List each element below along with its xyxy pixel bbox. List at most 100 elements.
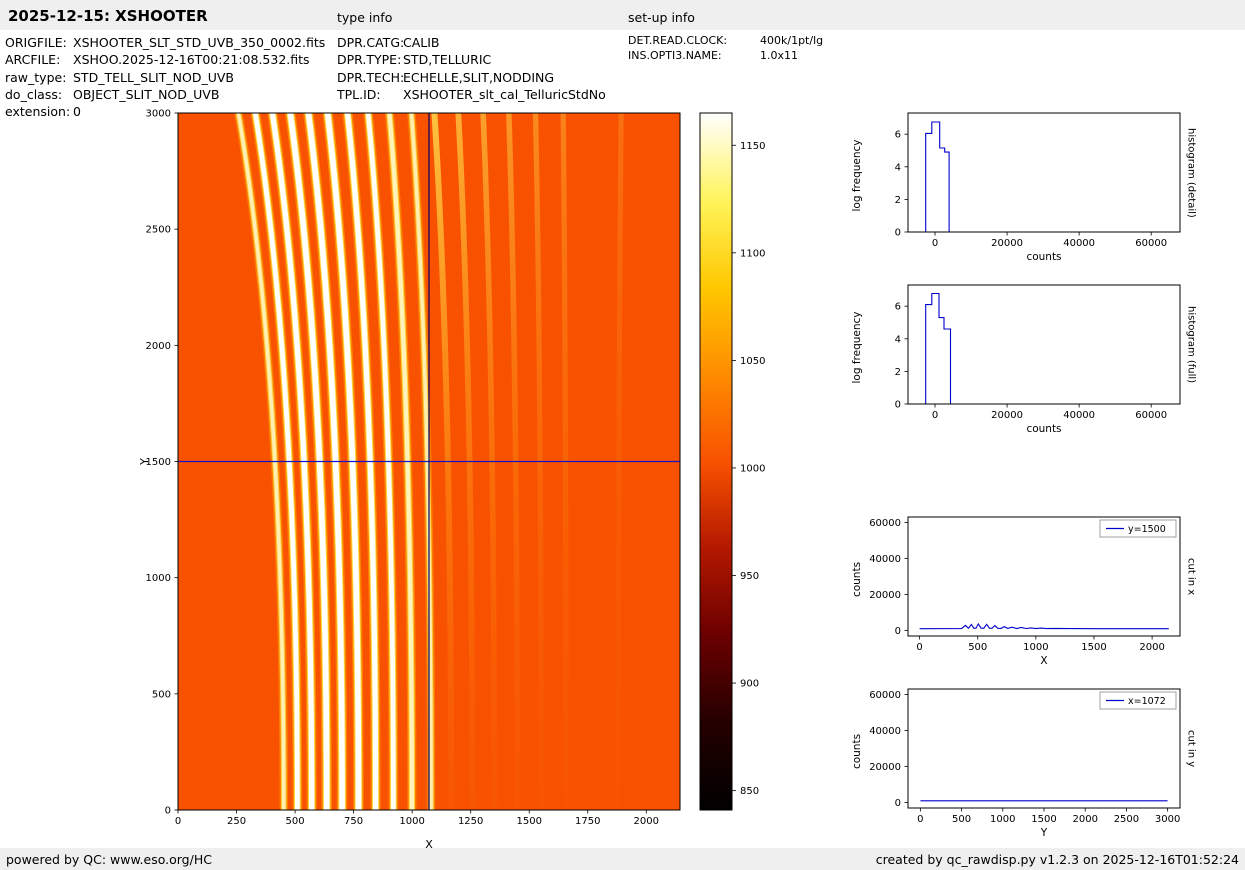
meta-value: OBJECT_SLIT_NOD_UVB bbox=[73, 86, 220, 102]
plot-text: 6 bbox=[895, 302, 901, 313]
plot-text: 2000 bbox=[634, 816, 659, 827]
footer-right-text: created by qc_rawdisp.py v1.2.3 on 2025-… bbox=[875, 851, 1239, 867]
header-bar: 2025-12-15: XSHOOTER type info set-up in… bbox=[0, 0, 1245, 30]
plot-text: 2000 bbox=[1072, 814, 1097, 825]
meta-row: INS.OPTI3.NAME: 1.0x11 bbox=[628, 49, 823, 64]
cut-in-x-plot: 0 500 1000 1500 20000200004000060000Xcountsy… bbox=[851, 516, 1181, 667]
plot-text: 500 bbox=[152, 689, 171, 700]
plot-text: counts bbox=[1026, 251, 1061, 263]
meta-label: raw_type: bbox=[5, 69, 67, 85]
plot-text: 20000 bbox=[991, 238, 1023, 249]
plot-text: 3000 bbox=[1155, 814, 1180, 825]
plot-text: 0 bbox=[895, 228, 901, 239]
plot-text: 2500 bbox=[1114, 814, 1139, 825]
plot-text: Y bbox=[1040, 827, 1048, 839]
meta-row: do_class: OBJECT_SLIT_NOD_UVB bbox=[5, 86, 325, 103]
plot-text: 0 bbox=[175, 816, 181, 827]
meta-label: ARCFILE: bbox=[5, 52, 61, 68]
histogram-detail-plot: 0 20000 40000 60000 0 2 4 6 counts log frequency bbox=[851, 112, 1181, 263]
footer-bar: powered by QC: www.eso.org/HC created by… bbox=[0, 848, 1245, 870]
setup-info-block: DET.READ.CLOCK: 400k/1pt/lg INS.OPTI3.NAM… bbox=[628, 34, 823, 63]
plot-text: 1000 bbox=[1023, 642, 1048, 653]
page-title: 2025-12-15: XSHOOTER bbox=[8, 7, 208, 25]
plot-text: 40000 bbox=[1063, 238, 1095, 249]
plot-text: 0 bbox=[895, 626, 901, 637]
meta-value: XSHOOTER_slt_cal_TelluricStdNo bbox=[403, 86, 606, 102]
plot-text: 40000 bbox=[869, 554, 901, 565]
plot-text: 0 bbox=[917, 814, 923, 825]
panel-label-histogram-full: histogram (full) bbox=[1185, 305, 1197, 384]
plot-text: 250 bbox=[227, 816, 246, 827]
plot-text: 40000 bbox=[1063, 410, 1095, 421]
meta-row: DET.READ.CLOCK: 400k/1pt/lg bbox=[628, 34, 823, 49]
plot-text: 40000 bbox=[869, 726, 901, 737]
plot-text: 0 bbox=[932, 238, 938, 249]
plot-text: 2 bbox=[895, 195, 901, 206]
panel-label-cut-in-y: cut in y bbox=[1185, 729, 1197, 768]
plot-text: 0 bbox=[165, 806, 171, 817]
plot-text: x=1072 bbox=[1128, 696, 1166, 707]
plot-text: 950 bbox=[740, 571, 759, 582]
meta-row: TPL.ID: XSHOOTER_slt_cal_TelluricStdNo bbox=[337, 86, 606, 103]
panel-label-cut-in-x: cut in x bbox=[1185, 557, 1197, 596]
plot-text: 0 bbox=[916, 642, 922, 653]
plot-text: 20000 bbox=[869, 590, 901, 601]
plot-text: 1000 bbox=[990, 814, 1015, 825]
plot-text: 1500 bbox=[1081, 642, 1106, 653]
meta-row: raw_type: STD_TELL_SLIT_NOD_UVB bbox=[5, 69, 325, 86]
plot-text: 60000 bbox=[1135, 238, 1167, 249]
plot-text: 0 bbox=[895, 798, 901, 809]
plot-text: 1000 bbox=[146, 573, 171, 584]
plot-text: 2500 bbox=[146, 225, 171, 236]
meta-row: DPR.TECH: ECHELLE,SLIT,NODDING bbox=[337, 69, 606, 86]
panel-label-histogram-detail: histogram (detail) bbox=[1185, 127, 1197, 218]
plot-text: 0 bbox=[895, 400, 901, 411]
meta-value: CALIB bbox=[403, 35, 440, 50]
meta-label: TPL.ID: bbox=[337, 86, 381, 102]
plot-text: 1500 bbox=[1031, 814, 1056, 825]
colorbar: 850 900 950 1000 1050 1100 1150 bbox=[699, 112, 765, 811]
plot-text: 500 bbox=[968, 642, 987, 653]
plot-text: 1750 bbox=[575, 816, 600, 827]
meta-value: 400k/1pt/lg bbox=[760, 34, 824, 47]
meta-value: XSHOO.2025-12-16T00:21:08.532.fits bbox=[73, 52, 310, 68]
plot-text: counts bbox=[851, 562, 863, 597]
footer-left-text: powered by QC: www.eso.org/HC bbox=[6, 851, 212, 867]
meta-label: INS.OPTI3.NAME: bbox=[628, 48, 722, 62]
plot-text: 900 bbox=[740, 679, 759, 690]
plot-text: 2 bbox=[895, 367, 901, 378]
meta-row: DPR.CATG: CALIB bbox=[337, 34, 606, 51]
meta-label: ORIGFILE: bbox=[5, 35, 67, 50]
plot-text: 4 bbox=[895, 334, 901, 345]
meta-label: do_class: bbox=[5, 86, 63, 102]
plot-text: 1500 bbox=[516, 816, 541, 827]
plot-text: 20000 bbox=[869, 762, 901, 773]
plot-text: log frequency bbox=[851, 311, 863, 383]
meta-value: STD,TELLURIC bbox=[403, 52, 492, 68]
plot-text: 500 bbox=[286, 816, 305, 827]
plot-text: 750 bbox=[344, 816, 363, 827]
meta-value: STD_TELL_SLIT_NOD_UVB bbox=[73, 69, 234, 85]
plot-text: 60000 bbox=[869, 518, 901, 529]
plot-text: 3000 bbox=[146, 109, 171, 120]
plot-text: 60000 bbox=[1135, 410, 1167, 421]
plot-text: 1000 bbox=[399, 816, 424, 827]
type-info-heading: type info bbox=[337, 10, 393, 25]
plot-text: 60000 bbox=[869, 690, 901, 701]
plot-text: 1100 bbox=[740, 248, 765, 259]
plot-text: X bbox=[1040, 655, 1047, 667]
meta-label: DET.READ.CLOCK: bbox=[628, 34, 728, 47]
plot-text: 1000 bbox=[740, 463, 765, 474]
plot-text: 1250 bbox=[458, 816, 483, 827]
plot-text: counts bbox=[851, 734, 863, 769]
meta-label: DPR.TECH: bbox=[337, 69, 405, 85]
plot-text: 20000 bbox=[991, 410, 1023, 421]
meta-label: DPR.CATG: bbox=[337, 35, 405, 50]
setup-info-heading: set-up info bbox=[628, 10, 695, 25]
plot-text: 6 bbox=[895, 130, 901, 141]
plot-text: y=1500 bbox=[1128, 524, 1166, 535]
meta-row: ARCFILE: XSHOO.2025-12-16T00:21:08.532.fi… bbox=[5, 51, 325, 68]
echelle-orders-image bbox=[178, 113, 680, 810]
plot-text: 0 bbox=[932, 410, 938, 421]
meta-label: DPR.TYPE: bbox=[337, 52, 402, 68]
